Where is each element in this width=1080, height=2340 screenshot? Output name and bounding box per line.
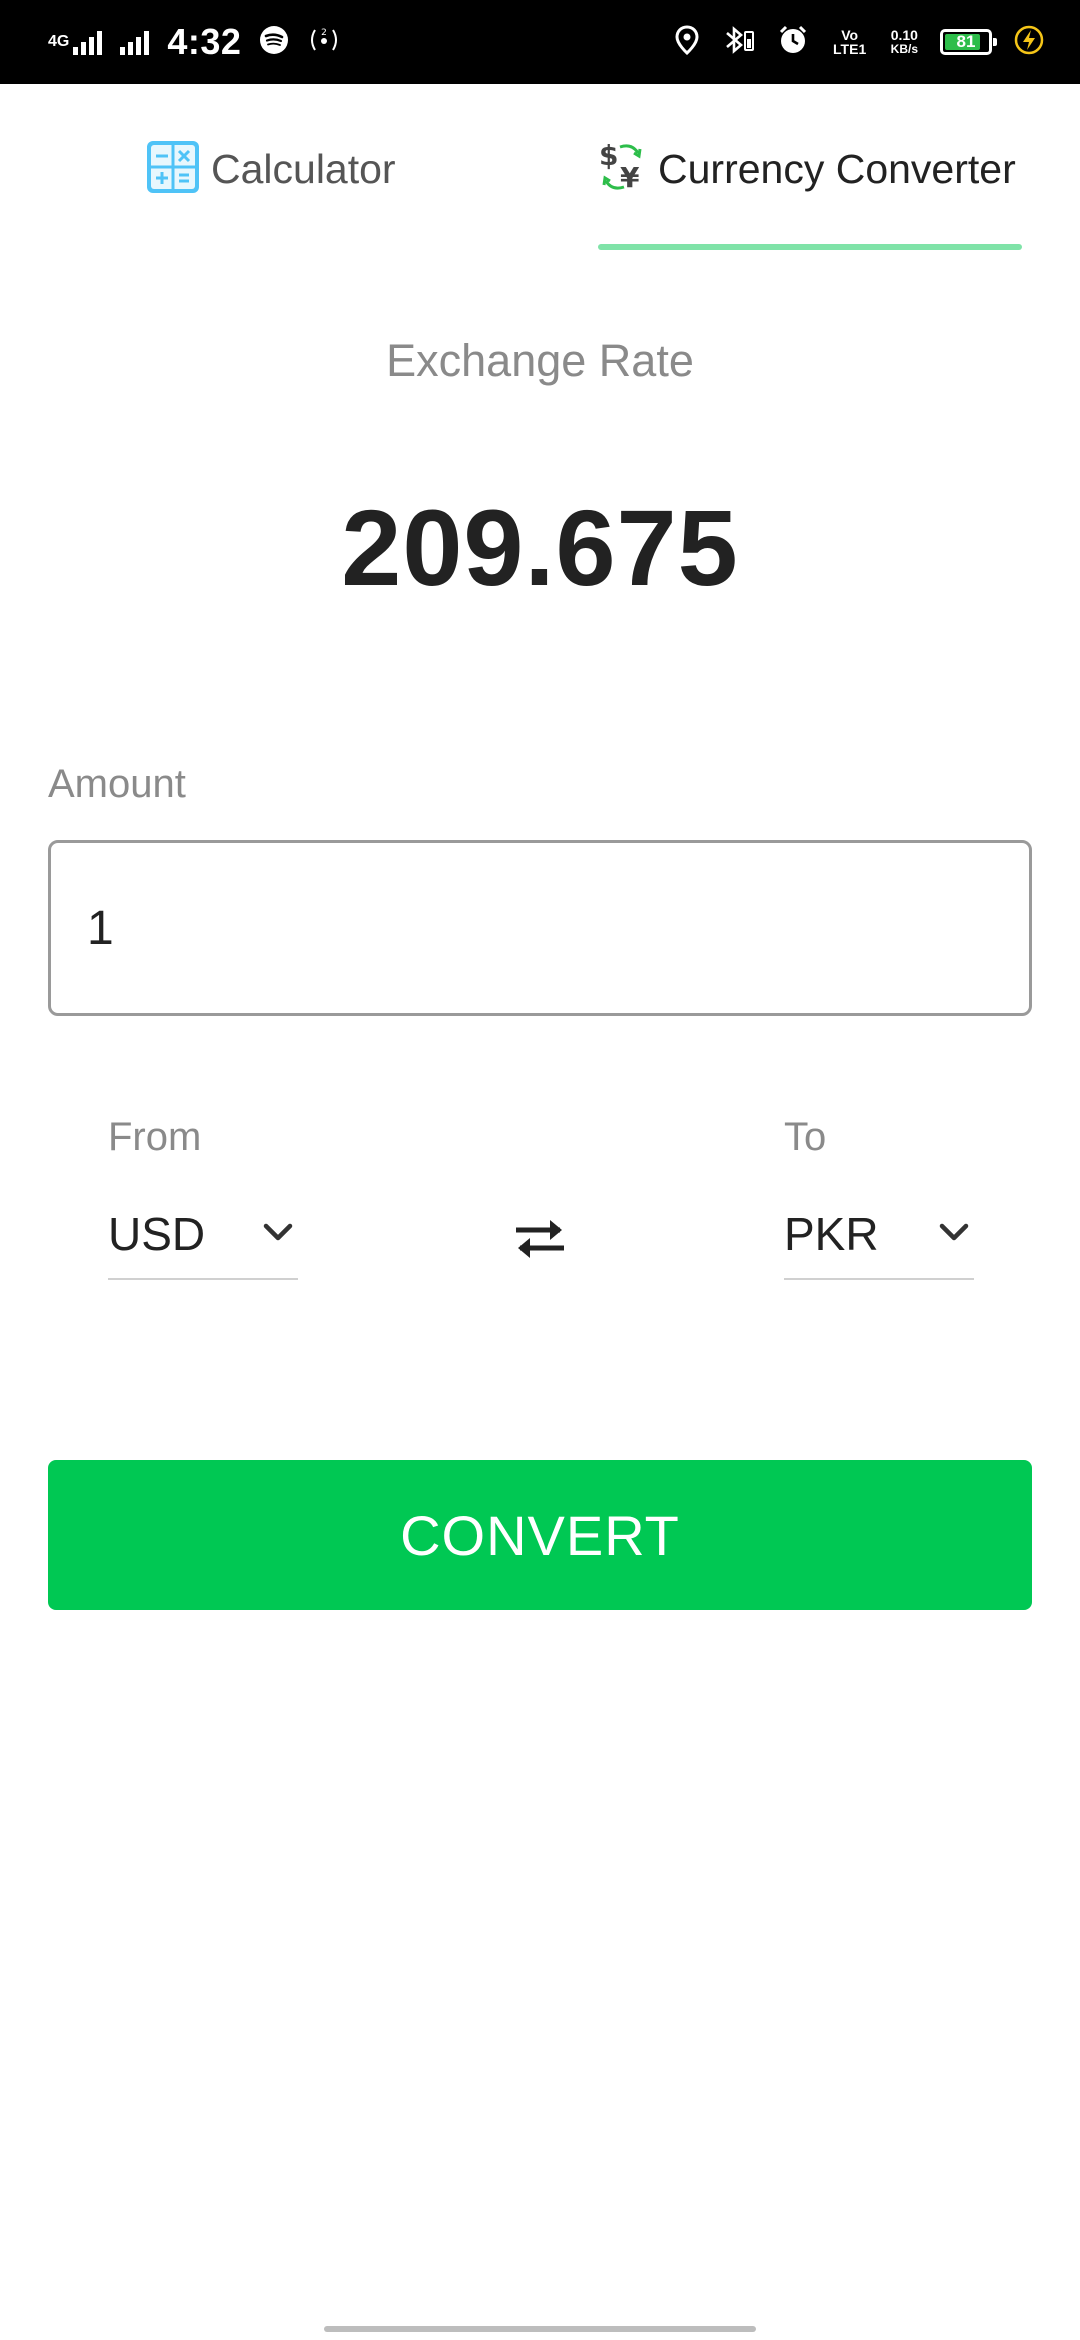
status-bar-left: 4G 4:32 2 (48, 0, 341, 84)
home-indicator[interactable] (324, 2326, 756, 2332)
spotify-icon (259, 25, 289, 60)
battery-icon: 81 (940, 29, 997, 55)
convert-button[interactable]: CONVERT (48, 1460, 1032, 1610)
convert-button-label: CONVERT (400, 1503, 680, 1567)
hotspot-icon: 2 (307, 26, 341, 59)
svg-text:2: 2 (322, 28, 328, 38)
from-currency-value: USD (108, 1208, 206, 1260)
to-label: To (784, 1115, 827, 1159)
amount-label: Amount (48, 762, 186, 806)
network-speed-value: 0.10 (890, 27, 918, 43)
status-bar-right: Vo LTE1 0.10 KB/s 81 (675, 0, 1044, 84)
tab-calculator[interactable]: Calculator (145, 84, 396, 254)
svg-text:$: $ (599, 139, 618, 172)
charging-icon (1014, 25, 1044, 60)
amount-input[interactable]: 1 (48, 840, 1032, 1016)
status-bar: 4G 4:32 2 Vo LTE1 0.10 KB/s 81 (0, 0, 1080, 84)
battery-level: 81 (956, 32, 976, 51)
tab-currency-converter[interactable]: $ ¥ Currency Converter (598, 84, 1016, 254)
from-currency-select[interactable]: USD (108, 1190, 298, 1280)
tab-bar: Calculator $ ¥ Currency Converter (0, 84, 1080, 254)
network-type: 4G (48, 33, 70, 50)
to-currency-value: PKR (784, 1208, 879, 1260)
chevron-down-icon (258, 1212, 298, 1257)
network-indicator: 4G (48, 29, 103, 55)
swap-icon (510, 1220, 570, 1272)
clock: 4:32 (167, 21, 242, 62)
exchange-rate-value: 209.675 (341, 487, 739, 608)
exchange-rate-label: Exchange Rate (386, 335, 694, 386)
tab-calculator-label: Calculator (211, 145, 396, 192)
amount-input-value: 1 (87, 901, 114, 955)
swap-currencies-button[interactable] (510, 1208, 570, 1268)
tab-selected-indicator (598, 244, 1022, 250)
to-currency-select[interactable]: PKR (784, 1190, 974, 1280)
calculator-icon (145, 139, 201, 200)
signal-icon (73, 29, 103, 55)
network-speed-unit: KB/s (890, 42, 918, 56)
signal-2-icon (120, 29, 150, 55)
tab-currency-converter-label: Currency Converter (658, 145, 1016, 192)
alarm-icon (777, 24, 809, 61)
location-icon (675, 24, 699, 60)
network-speed: 0.10 KB/s (891, 28, 918, 56)
chevron-down-icon (934, 1212, 974, 1257)
bluetooth-icon (721, 24, 755, 61)
from-label: From (108, 1115, 202, 1159)
svg-text:¥: ¥ (620, 161, 640, 194)
currency-exchange-icon: $ ¥ (598, 139, 648, 200)
volte-indicator: Vo LTE1 (833, 27, 867, 57)
